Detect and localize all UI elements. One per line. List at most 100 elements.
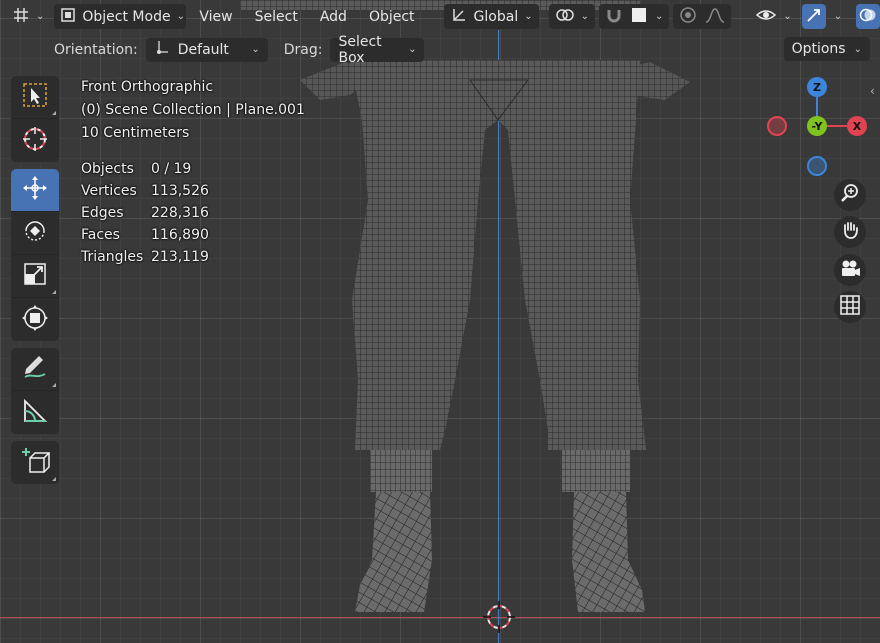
menu-view[interactable]: View: [190, 9, 241, 25]
drag-label: Drag:: [283, 41, 323, 58]
stat-row: Triangles 213,119: [81, 246, 305, 268]
grid-scale: 10 Centimeters: [81, 125, 190, 141]
transform-icon: [21, 304, 49, 336]
cursor-icon: [21, 125, 49, 157]
menu-select[interactable]: Select: [246, 9, 307, 25]
menu-add[interactable]: Add: [311, 9, 356, 25]
overlays-toggle[interactable]: [856, 4, 880, 29]
pencil-icon: [21, 353, 49, 385]
visibility-dropdown[interactable]: ⌄: [749, 4, 797, 29]
stat-key: Edges: [81, 205, 124, 221]
collection-name: (0) Scene Collection | Plane.001: [81, 102, 305, 118]
viewport-header: ⌄ Object Mode ⌄ View Select Add Object G…: [0, 0, 880, 33]
ruler-icon: [21, 397, 49, 429]
chevron-down-icon: ⌄: [408, 44, 417, 55]
orientation-label: Orientation:: [54, 41, 138, 58]
stat-key: Objects: [81, 161, 134, 177]
move-tool[interactable]: [11, 169, 59, 212]
stat-value: 213,119: [151, 249, 209, 265]
ortho-toggle-button[interactable]: [834, 291, 866, 323]
tool-shelf: [11, 76, 59, 491]
scale-icon: [22, 261, 48, 291]
snap-increment-icon[interactable]: [631, 7, 647, 27]
pan-button[interactable]: [834, 216, 866, 248]
chevron-down-icon: ⌄: [524, 11, 533, 22]
stat-value: 0 / 19: [151, 161, 192, 177]
editor-type-button[interactable]: ⌄: [6, 4, 50, 29]
add-cube-icon: [20, 446, 51, 480]
statistics: Objects 0 / 19 Vertices 113,526 Edges 228,3…: [81, 158, 305, 268]
transform-tool[interactable]: [11, 298, 59, 341]
z-axis-button[interactable]: Z: [807, 77, 827, 97]
annotate-tool[interactable]: [11, 348, 59, 391]
mode-dropdown[interactable]: Object Mode ⌄: [54, 4, 187, 29]
snap-group: ⌄: [599, 4, 670, 29]
grid-icon: [840, 295, 860, 319]
view-name: Front Orthographic: [81, 79, 214, 95]
stat-key: Triangles: [81, 249, 144, 265]
stat-value: 228,316: [151, 205, 209, 221]
neg-z-axis-button[interactable]: [807, 156, 827, 176]
gizmo-toggle[interactable]: [801, 4, 826, 29]
gizmo-icon: [805, 6, 823, 28]
x-axis-button[interactable]: X: [847, 116, 867, 136]
stat-row: Faces 116,890: [81, 224, 305, 246]
neg-y-axis-button[interactable]: -Y: [807, 116, 827, 136]
orientation-gizmo-icon: [154, 39, 170, 61]
chevron-down-icon[interactable]: ⌄: [830, 11, 846, 22]
mode-label: Object Mode: [82, 8, 171, 25]
neg-x-axis-button[interactable]: [767, 116, 787, 136]
tool-settings-bar: Orientation: Default ⌄ Drag: Select Box …: [0, 34, 880, 66]
chevron-down-icon: ⌄: [36, 11, 45, 22]
options-dropdown[interactable]: Options ⌄: [783, 37, 870, 61]
scale-tool[interactable]: [11, 255, 59, 298]
chevron-down-icon[interactable]: ⌄: [655, 11, 663, 22]
hand-icon: [840, 220, 860, 244]
select-box-icon: [22, 82, 48, 112]
stat-row: Vertices 113,526: [81, 180, 305, 202]
snap-magnet-icon[interactable]: [605, 6, 623, 28]
chevron-down-icon: ⌄: [176, 11, 185, 22]
stat-key: Vertices: [81, 183, 137, 199]
stat-value: 116,890: [151, 227, 209, 243]
cursor-tool[interactable]: [11, 119, 59, 162]
move-arrows-icon: [21, 174, 49, 206]
options-label: Options: [791, 41, 846, 57]
zoom-button[interactable]: [834, 179, 866, 211]
camera-view-button[interactable]: [834, 254, 866, 286]
menu-object[interactable]: Object: [360, 9, 424, 25]
add-cube-tool[interactable]: [11, 441, 59, 484]
transform-orientation-dropdown[interactable]: Global ⌄: [443, 4, 539, 29]
measure-tool[interactable]: [11, 391, 59, 434]
link-icon: [555, 7, 575, 27]
viewport-info-overlay: Front Orthographic (0) Scene Collection …: [81, 76, 305, 268]
orientation-value: Default: [177, 41, 229, 58]
stat-row: Objects 0 / 19: [81, 158, 305, 180]
proportional-edit-group: [673, 4, 732, 29]
pivot-point-dropdown[interactable]: ⌄: [548, 4, 595, 29]
select-box-tool[interactable]: [11, 76, 59, 119]
editor-grid-icon: [12, 6, 30, 28]
eye-icon: [755, 7, 777, 27]
stat-row: Edges 228,316: [81, 202, 305, 224]
orientation-axes-icon: [450, 6, 468, 28]
chevron-down-icon: ⌄: [580, 11, 589, 22]
rotate-tool[interactable]: [11, 212, 59, 255]
navigation-gizmo[interactable]: Z X -Y: [764, 76, 870, 180]
proportional-edit-icon[interactable]: [679, 6, 697, 28]
sidebar-toggle-chevron-icon[interactable]: ‹: [870, 84, 875, 98]
object-mode-icon: [60, 7, 76, 27]
overlays-icon: [859, 6, 877, 28]
drag-dropdown[interactable]: Select Box ⌄: [330, 34, 425, 66]
chevron-down-icon: ⌄: [853, 43, 862, 55]
chevron-down-icon: ⌄: [251, 44, 260, 55]
zoom-magnifier-icon: [840, 183, 860, 207]
transform-orientation-label: Global: [473, 8, 519, 25]
drag-value: Select Box: [338, 33, 382, 66]
orientation-dropdown[interactable]: Default ⌄: [145, 37, 268, 62]
rotate-icon: [21, 217, 49, 249]
chevron-down-icon: ⌄: [783, 11, 792, 22]
stat-value: 113,526: [151, 183, 209, 199]
stat-key: Faces: [81, 227, 120, 243]
falloff-curve-icon[interactable]: [705, 7, 725, 27]
